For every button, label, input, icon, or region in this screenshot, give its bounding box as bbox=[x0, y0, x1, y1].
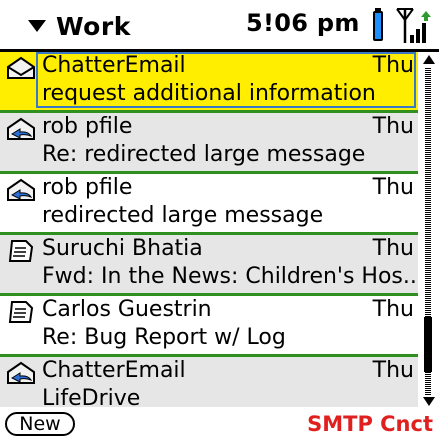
message-subject: request additional information bbox=[42, 81, 376, 106]
message-sender: rob pfile bbox=[42, 114, 133, 139]
folder-name: Work bbox=[56, 11, 131, 41]
envelope-read-icon bbox=[7, 56, 35, 79]
new-button[interactable]: New bbox=[5, 412, 75, 436]
envelope-reply-icon bbox=[7, 117, 35, 140]
battery-icon bbox=[373, 8, 383, 41]
scroll-thumb[interactable] bbox=[424, 317, 432, 372]
message-row[interactable]: ChatterEmail Thu request additional info… bbox=[0, 52, 418, 113]
message-subject: Re: redirected large message bbox=[42, 142, 366, 167]
envelope-reply-icon bbox=[7, 361, 35, 384]
message-sender: ChatterEmail bbox=[42, 358, 186, 383]
message-subject: Fwd: In the News: Children's Hos... bbox=[42, 264, 416, 289]
message-date: Thu bbox=[372, 236, 414, 261]
message-row[interactable]: Suruchi Bhatia Thu Fwd: In the News: Chi… bbox=[0, 235, 418, 296]
scroll-up-arrow-icon[interactable] bbox=[423, 55, 435, 64]
message-row[interactable]: ChatterEmail Thu LifeDrive bbox=[0, 357, 418, 407]
message-date: Thu bbox=[372, 358, 414, 383]
signal-icon[interactable] bbox=[395, 7, 437, 45]
message-row[interactable]: Carlos Guestrin Thu Re: Bug Report w/ Lo… bbox=[0, 296, 418, 357]
message-list: ChatterEmail Thu request additional info… bbox=[0, 52, 418, 407]
connection-status: SMTP Cnct bbox=[307, 412, 433, 436]
message-sender: ChatterEmail bbox=[42, 53, 186, 78]
message-sender: Suruchi Bhatia bbox=[42, 236, 203, 261]
message-date: Thu bbox=[372, 297, 414, 322]
message-subject: Re: Bug Report w/ Log bbox=[42, 325, 286, 350]
title-bar: Work 5!06 pm bbox=[0, 0, 439, 52]
message-row[interactable]: rob pfile Thu redirected large message bbox=[0, 174, 418, 235]
message-subject: LifeDrive bbox=[42, 386, 141, 407]
clock: 5!06 pm bbox=[246, 9, 360, 37]
message-subject: redirected large message bbox=[42, 203, 324, 228]
document-icon bbox=[8, 240, 34, 262]
message-row[interactable]: rob pfile Thu Re: redirected large messa… bbox=[0, 113, 418, 174]
scroll-down-arrow-icon[interactable] bbox=[423, 397, 435, 406]
message-sender: Carlos Guestrin bbox=[42, 297, 212, 322]
document-icon bbox=[8, 301, 34, 323]
message-sender: rob pfile bbox=[42, 175, 133, 200]
bottom-bar: New SMTP Cnct bbox=[0, 407, 439, 443]
message-date: Thu bbox=[372, 53, 414, 78]
message-date: Thu bbox=[372, 175, 414, 200]
chevron-down-icon bbox=[28, 20, 46, 32]
envelope-reply-icon bbox=[7, 178, 35, 201]
message-date: Thu bbox=[372, 114, 414, 139]
scrollbar[interactable] bbox=[421, 55, 437, 407]
folder-dropdown[interactable]: Work bbox=[28, 6, 131, 46]
